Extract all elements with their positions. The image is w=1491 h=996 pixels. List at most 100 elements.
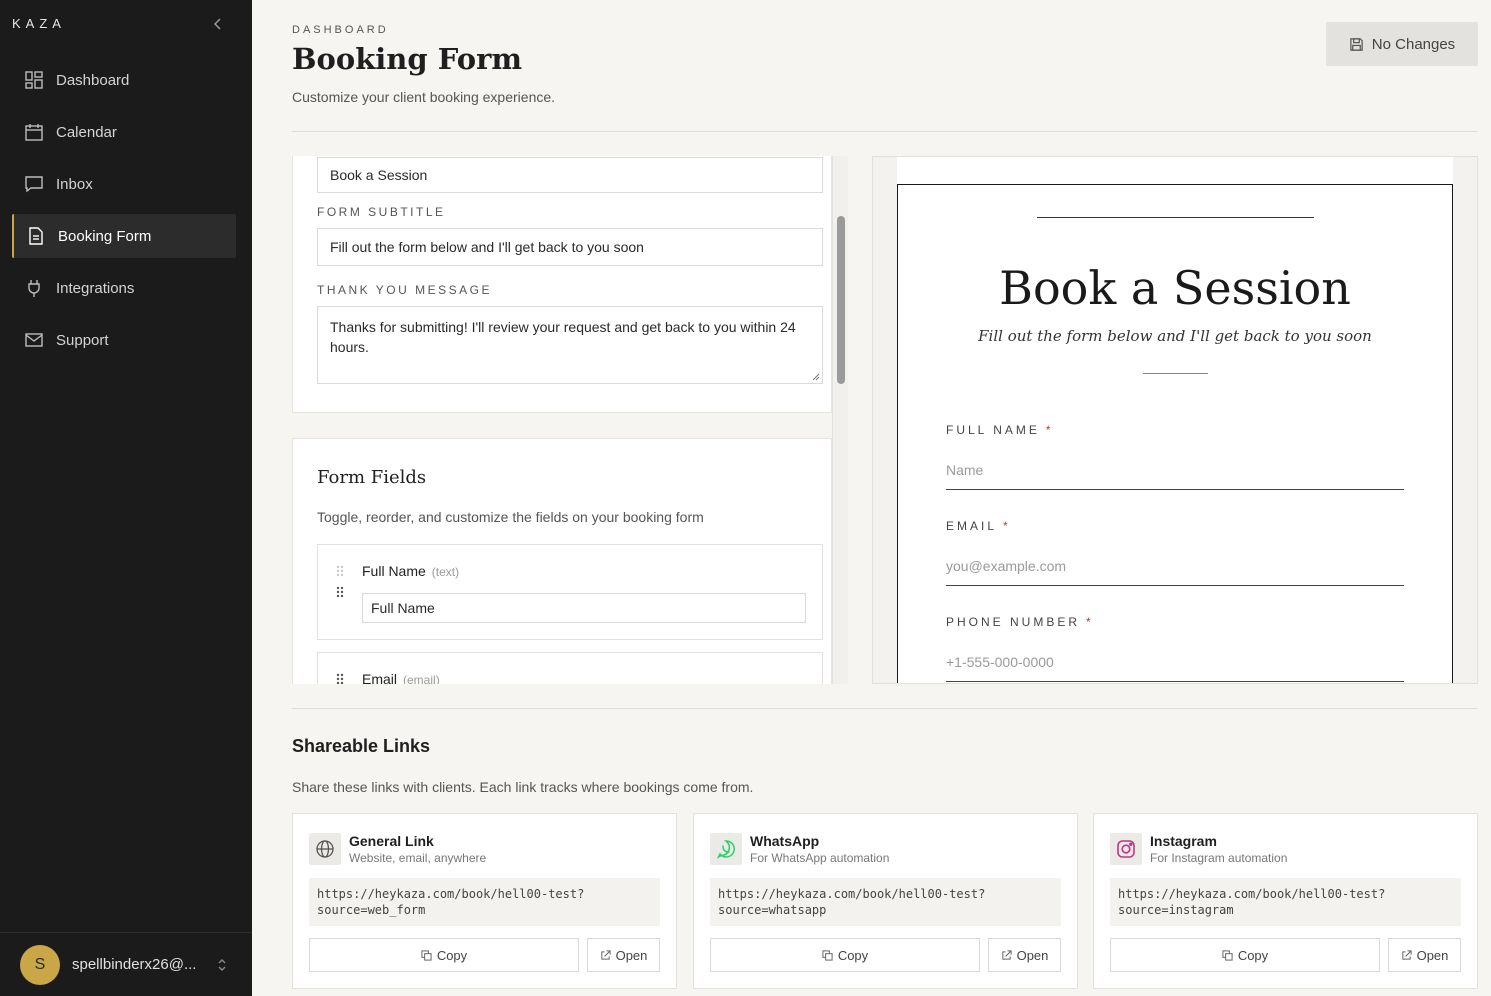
divider — [292, 131, 1478, 132]
field-name: Full Name (text) — [362, 563, 459, 579]
open-button[interactable]: Open — [587, 938, 660, 972]
sidebar-item-dashboard[interactable]: Dashboard — [12, 58, 236, 102]
external-link-icon — [1001, 949, 1012, 960]
copy-button[interactable]: Copy — [309, 938, 579, 972]
field-label-text: FULL NAME — [946, 423, 1040, 437]
save-button[interactable]: No Changes — [1326, 22, 1478, 66]
field-label-text: PHONE NUMBER — [946, 615, 1081, 629]
form-subtitle-label: FORM SUBTITLE — [317, 205, 446, 219]
preview-title: Book a Session — [999, 261, 1351, 315]
required-marker: * — [1086, 615, 1091, 629]
collapse-sidebar-button[interactable] — [208, 14, 228, 34]
divider — [292, 708, 1478, 709]
chevron-up-down-icon — [218, 958, 226, 971]
copy-button-label: Copy — [436, 947, 468, 963]
thank-you-text: Thanks for submitting! I'll review your … — [330, 319, 796, 355]
link-subtitle: For Instagram automation — [1150, 851, 1288, 865]
booking-form-preview: Book a Session Fill out the form below a… — [872, 156, 1478, 684]
sidebar-item-booking-form[interactable]: Booking Form — [12, 214, 236, 258]
breadcrumb: DASHBOARD — [292, 24, 389, 36]
decorative-rule — [1143, 373, 1208, 374]
sidebar-item-label: Support — [56, 331, 109, 349]
drag-handle-icon[interactable] — [336, 673, 344, 684]
resize-handle-icon[interactable] — [812, 373, 820, 381]
thank-you-label: THANK YOU MESSAGE — [317, 283, 492, 297]
brand-logo: KAZA — [12, 16, 66, 31]
preview-name-input[interactable]: Name — [946, 450, 1404, 490]
link-subtitle: Website, email, anywhere — [349, 851, 487, 865]
preview-phone-input[interactable]: +1-555-000-0000 — [946, 642, 1404, 682]
copy-button[interactable]: Copy — [1110, 938, 1380, 972]
copy-icon — [421, 949, 432, 961]
open-button-label: Open — [1016, 947, 1049, 963]
sidebar-nav: Dashboard Calendar Inbox Booking Form In… — [12, 58, 236, 370]
sidebar-item-support[interactable]: Support — [12, 318, 236, 362]
thank-you-textarea[interactable]: Thanks for submitting! I'll review your … — [317, 306, 823, 384]
copy-button[interactable]: Copy — [710, 938, 980, 972]
user-email: spellbinderx26@... — [72, 956, 197, 973]
form-fields-card: Form Fields Toggle, reorder, and customi… — [292, 438, 832, 684]
field-type: (text) — [431, 565, 460, 579]
sidebar-item-label: Dashboard — [56, 71, 130, 89]
external-link-icon — [1401, 949, 1412, 960]
copy-icon — [1222, 949, 1233, 961]
decorative-rule — [1037, 217, 1314, 218]
link-name: WhatsApp — [750, 833, 820, 849]
drag-handle-icon[interactable] — [336, 586, 344, 598]
field-label-text: EMAIL — [946, 519, 998, 533]
form-fields-description: Toggle, reorder, and customize the field… — [317, 509, 704, 525]
save-icon — [1350, 37, 1363, 51]
drag-handle-icon[interactable] — [336, 565, 344, 577]
field-card-email[interactable]: Email (email) — [317, 652, 823, 684]
preview-field-label: FULL NAME * — [946, 423, 1051, 437]
sidebar-item-calendar[interactable]: Calendar — [12, 110, 236, 154]
editor-scrollbar[interactable] — [832, 156, 848, 684]
save-button-label: No Changes — [1371, 35, 1456, 53]
field-name-text: Email — [362, 671, 398, 684]
instagram-icon — [1110, 833, 1142, 865]
field-label-input[interactable]: Full Name — [362, 593, 806, 623]
link-url[interactable]: https://heykaza.com/book/hell00-test? so… — [1110, 878, 1461, 926]
sidebar-item-label: Integrations — [56, 279, 135, 297]
sidebar-item-inbox[interactable]: Inbox — [12, 162, 236, 206]
link-name: Instagram — [1150, 833, 1217, 849]
field-name-text: Full Name — [362, 563, 426, 579]
plug-icon — [28, 280, 40, 297]
preview-email-input[interactable]: you@example.com — [946, 546, 1404, 586]
link-url[interactable]: https://heykaza.com/book/hell00-test? so… — [309, 878, 660, 926]
preview-field-label: PHONE NUMBER * — [946, 615, 1091, 629]
field-type: (email) — [403, 673, 440, 684]
link-url[interactable]: https://heykaza.com/book/hell00-test? so… — [710, 878, 1061, 926]
link-card-whatsapp: WhatsApp For WhatsApp automation https:/… — [693, 813, 1078, 989]
sidebar-item-label: Calendar — [56, 123, 117, 141]
scrollbar-thumb[interactable] — [837, 216, 845, 384]
copy-icon — [822, 949, 833, 961]
form-subtitle-input[interactable]: Fill out the form below and I'll get bac… — [317, 228, 823, 266]
user-menu[interactable]: S spellbinderx26@... — [0, 932, 252, 996]
link-card-general: General Link Website, email, anywhere ht… — [292, 813, 677, 989]
avatar: S — [20, 944, 60, 985]
open-button[interactable]: Open — [1388, 938, 1461, 972]
open-button[interactable]: Open — [988, 938, 1061, 972]
form-settings-card: Book a Session FORM SUBTITLE Fill out th… — [292, 156, 832, 413]
mail-icon — [25, 333, 43, 347]
link-card-instagram: Instagram For Instagram automation https… — [1093, 813, 1478, 989]
sidebar-item-integrations[interactable]: Integrations — [12, 266, 236, 310]
field-name: Email (email) — [362, 671, 440, 684]
sidebar: KAZA Dashboard Calendar Inbox Booking Fo… — [0, 0, 252, 996]
preview-form-frame: Book a Session Fill out the form below a… — [897, 184, 1453, 683]
editor-panel[interactable]: Book a Session FORM SUBTITLE Fill out th… — [292, 156, 848, 684]
document-icon — [29, 227, 43, 245]
sidebar-item-label: Inbox — [56, 175, 93, 193]
preview-subtitle: Fill out the form below and I'll get bac… — [978, 327, 1372, 345]
link-name: General Link — [349, 833, 434, 849]
required-marker: * — [1003, 519, 1008, 533]
form-fields-title: Form Fields — [317, 467, 427, 488]
field-card-full-name[interactable]: Full Name (text) Full Name — [317, 544, 823, 640]
open-button-label: Open — [1416, 947, 1449, 963]
page-subtitle: Customize your client booking experience… — [292, 89, 556, 105]
calendar-icon — [25, 124, 43, 141]
page-title: Booking Form — [292, 42, 523, 76]
copy-button-label: Copy — [837, 947, 869, 963]
form-title-input[interactable]: Book a Session — [317, 157, 823, 193]
